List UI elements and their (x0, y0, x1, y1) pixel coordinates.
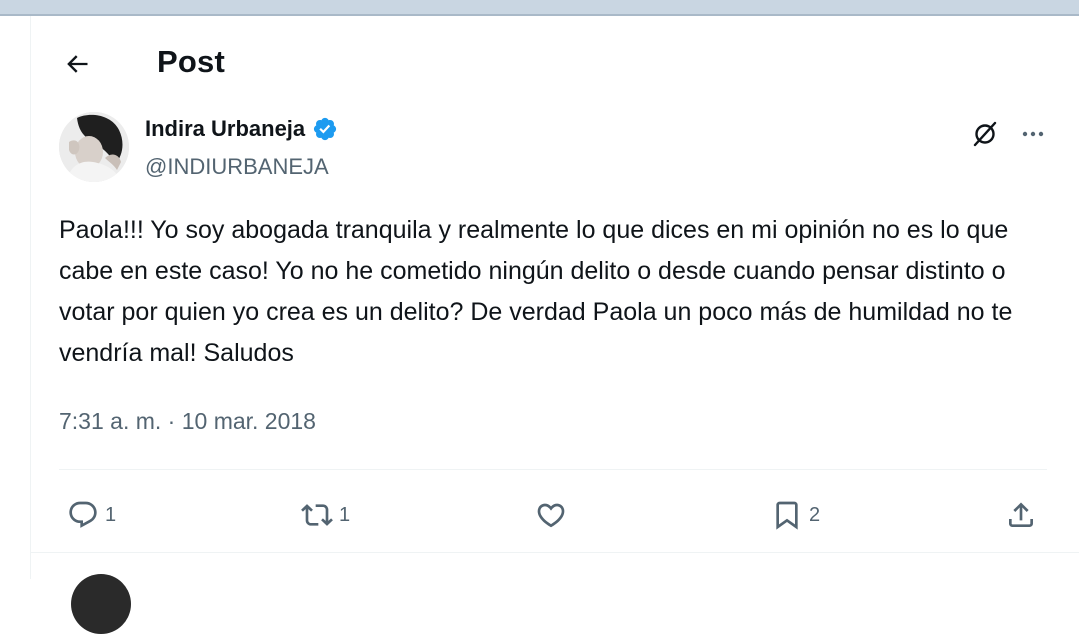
share-icon (1009, 502, 1033, 527)
divider (31, 552, 1079, 553)
bookmark-count: 2 (809, 503, 821, 526)
arrow-left-icon (67, 55, 88, 73)
divider (59, 469, 1047, 470)
post-text: Paola!!! Yo soy abogada tranquila y real… (59, 216, 1013, 367)
heart-icon (537, 503, 565, 528)
post-header: Post (31, 16, 1079, 106)
author-name[interactable]: Indira Urbaneja (145, 116, 338, 142)
repost-button[interactable]: 1 (301, 492, 350, 538)
action-bar: 1 1 2 (31, 492, 1079, 538)
reply-icon (69, 501, 97, 528)
more-button[interactable] (1015, 116, 1051, 152)
share-button[interactable] (1005, 492, 1037, 538)
browser-top-strip (0, 0, 1079, 16)
verified-badge-icon (312, 116, 338, 142)
like-button[interactable] (535, 492, 573, 538)
grok-button[interactable] (967, 116, 1003, 152)
reply-count: 1 (105, 503, 117, 526)
back-button[interactable] (59, 46, 95, 82)
reply-button[interactable]: 1 (67, 492, 116, 538)
grok-icon (973, 121, 997, 147)
bookmark-button[interactable]: 2 (771, 492, 820, 538)
post-timestamp[interactable]: 7:31 a. m. · 10 mar. 2018 (59, 408, 316, 435)
post-panel: Post Indira Urbaneja @INDIURBANEJA Paola… (30, 16, 1079, 634)
avatar[interactable] (71, 574, 131, 634)
author-handle[interactable]: @INDIURBANEJA (145, 154, 329, 180)
avatar[interactable] (59, 112, 129, 182)
author-name-text: Indira Urbaneja (145, 116, 306, 141)
repost-icon (301, 504, 333, 526)
page-title: Post (157, 44, 225, 79)
more-horizontal-icon (1022, 131, 1044, 137)
bookmark-icon (776, 501, 798, 530)
repost-count: 1 (339, 503, 351, 526)
